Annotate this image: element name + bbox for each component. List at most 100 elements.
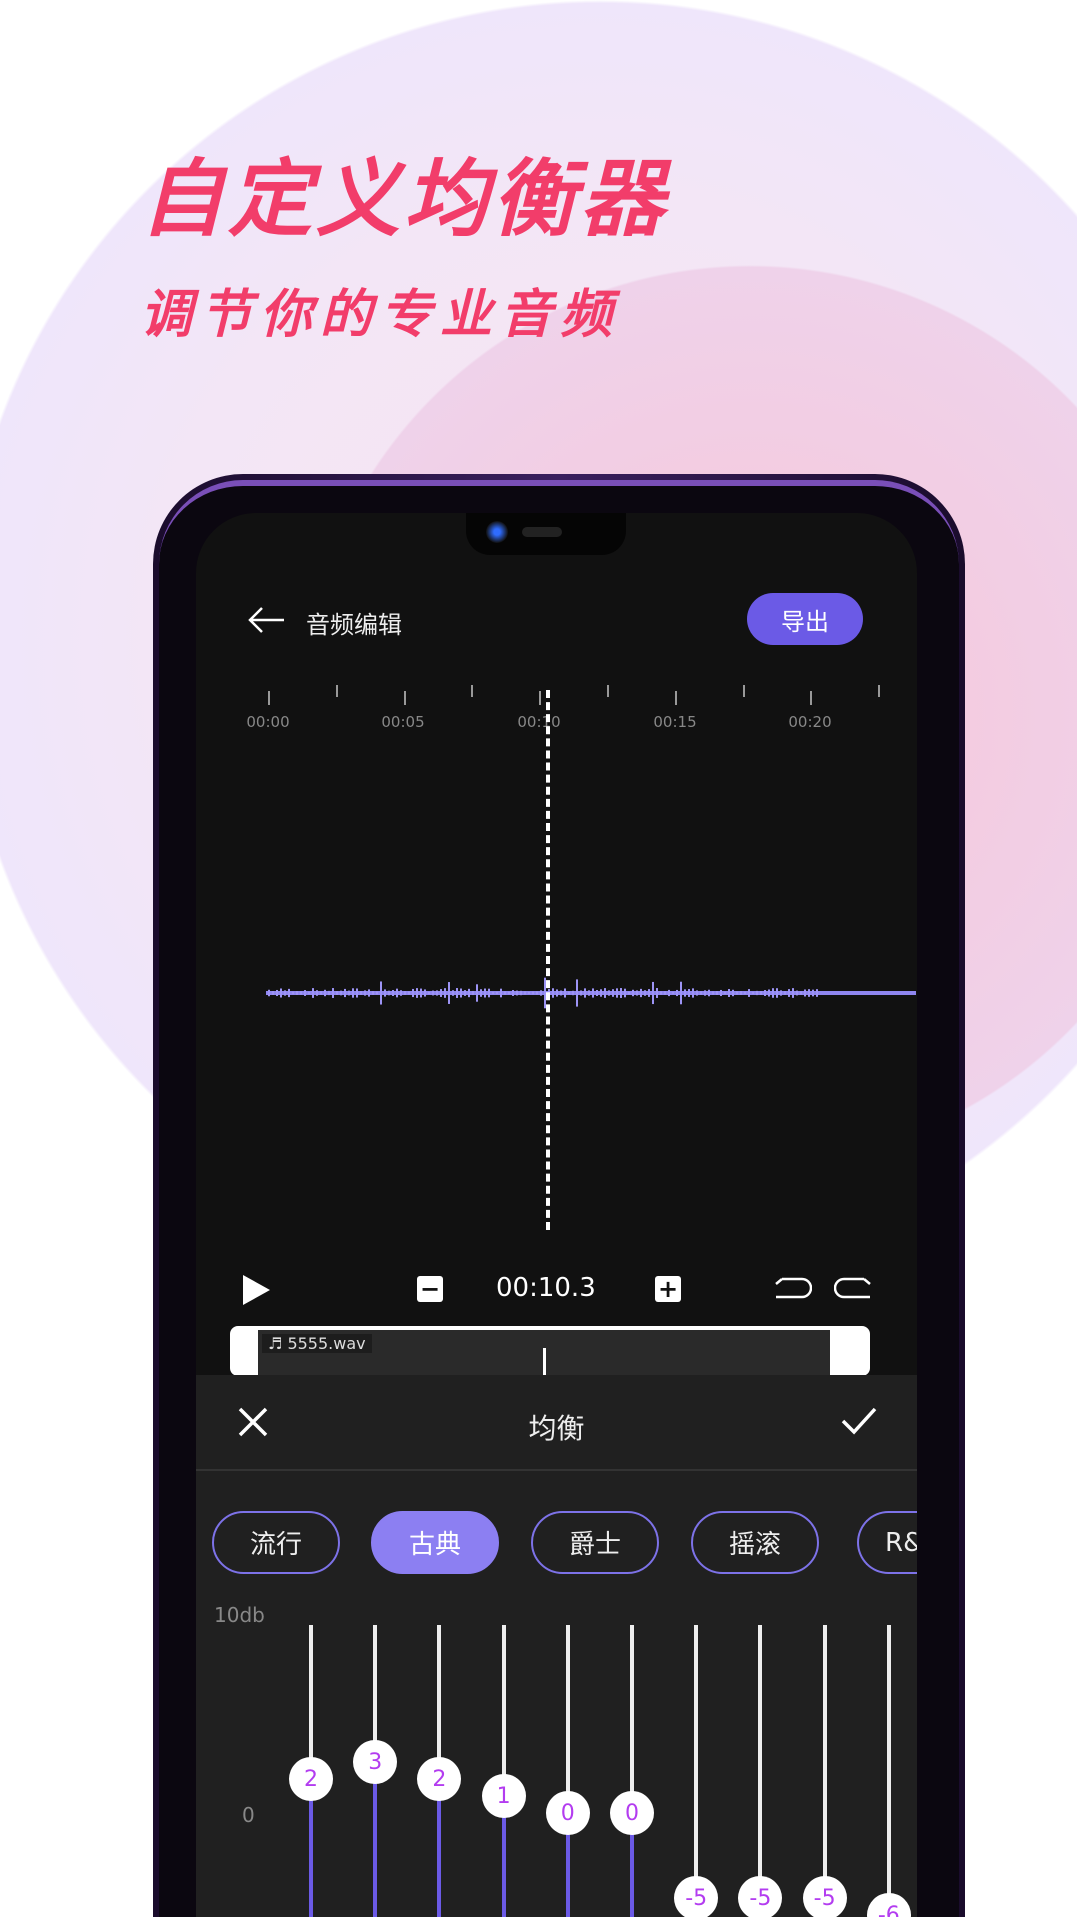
waveform-bar bbox=[520, 990, 522, 996]
undo-button[interactable] bbox=[772, 1276, 813, 1306]
slider-knob[interactable]: 3 bbox=[353, 1740, 398, 1784]
waveform-bar bbox=[760, 991, 762, 995]
waveform-bar bbox=[592, 988, 594, 998]
waveform-bar bbox=[400, 990, 402, 996]
ruler-tick bbox=[878, 685, 881, 697]
waveform-bar bbox=[344, 988, 346, 998]
ruler-tick bbox=[403, 691, 406, 705]
waveform-bar bbox=[516, 990, 518, 996]
preset-3[interactable]: 摇滚 bbox=[691, 1511, 819, 1574]
waveform-bar bbox=[788, 989, 790, 997]
waveform-bar bbox=[284, 990, 286, 996]
slider-knob[interactable]: 2 bbox=[289, 1757, 333, 1801]
waveform-bar bbox=[424, 989, 426, 997]
slider-knob[interactable]: -5 bbox=[738, 1876, 783, 1917]
waveform-bar bbox=[564, 988, 566, 998]
waveform-bar bbox=[632, 989, 634, 997]
slider-knob[interactable]: 0 bbox=[545, 1791, 590, 1835]
timeline-label: 00:00 bbox=[246, 713, 290, 731]
waveform-bar bbox=[304, 990, 306, 996]
preset-1[interactable]: 古典 bbox=[371, 1511, 499, 1574]
preset-4[interactable]: R&B bbox=[857, 1511, 917, 1574]
waveform-bar bbox=[644, 990, 646, 996]
audio-track-clip[interactable]: ♬ 5555.wav bbox=[230, 1326, 870, 1376]
eq-band-slider[interactable]: 0 bbox=[545, 1625, 590, 1917]
playhead[interactable] bbox=[546, 690, 550, 1230]
notch bbox=[466, 513, 626, 555]
play-button[interactable] bbox=[240, 1273, 272, 1311]
undo-icon bbox=[775, 1277, 813, 1299]
waveform-bar bbox=[528, 991, 530, 995]
waveform-bar bbox=[776, 988, 778, 998]
redo-button[interactable] bbox=[833, 1276, 874, 1306]
camera-icon bbox=[486, 521, 508, 543]
waveform-bar bbox=[588, 990, 590, 996]
current-time: 00:10.3 bbox=[496, 1273, 596, 1303]
slider-knob[interactable]: 2 bbox=[417, 1757, 462, 1801]
axis-label-zero: 0 bbox=[242, 1803, 255, 1827]
waveform-bar bbox=[268, 989, 270, 997]
waveform-bar bbox=[416, 988, 418, 998]
waveform-bar bbox=[292, 991, 294, 995]
eq-band-slider[interactable]: -6 bbox=[866, 1625, 911, 1917]
waveform-bar bbox=[732, 989, 734, 997]
confirm-button[interactable] bbox=[840, 1405, 878, 1441]
slider-track-upper bbox=[886, 1625, 891, 1915]
track-filename: ♬ 5555.wav bbox=[262, 1334, 372, 1353]
eq-band-slider[interactable]: 2 bbox=[289, 1625, 333, 1917]
waveform-bar bbox=[628, 991, 630, 995]
waveform-bar bbox=[580, 990, 582, 996]
waveform-bar bbox=[800, 991, 802, 995]
waveform-bar bbox=[432, 990, 434, 996]
waveform-bar bbox=[620, 988, 622, 998]
ruler-tick bbox=[674, 691, 677, 705]
waveform-bar bbox=[576, 979, 578, 1007]
waveform-bar bbox=[428, 991, 430, 995]
timeline-label: 00:20 bbox=[788, 713, 832, 731]
export-button[interactable]: 导出 bbox=[747, 593, 863, 645]
waveform-bar bbox=[340, 990, 342, 996]
zoom-in-button[interactable]: + bbox=[655, 1275, 681, 1303]
waveform-bar bbox=[652, 981, 654, 1005]
eq-band-slider[interactable]: 2 bbox=[417, 1625, 462, 1917]
waveform-bar bbox=[308, 991, 310, 995]
waveform-bar bbox=[436, 990, 438, 996]
waveform-bar bbox=[328, 990, 330, 996]
waveform-bar bbox=[756, 990, 758, 996]
waveform-bar bbox=[508, 991, 510, 995]
zoom-out-button[interactable]: − bbox=[417, 1275, 443, 1303]
waveform-bar bbox=[276, 989, 278, 997]
eq-band-slider[interactable]: 1 bbox=[481, 1625, 526, 1917]
slider-knob[interactable]: 0 bbox=[610, 1791, 654, 1835]
slider-knob[interactable]: 1 bbox=[481, 1774, 526, 1818]
waveform-bar bbox=[388, 990, 390, 996]
promo-subheadline: 调节你的专业音频 bbox=[140, 285, 621, 345]
waveform-bar bbox=[604, 988, 606, 998]
waveform-bar bbox=[708, 989, 710, 997]
waveform-bar bbox=[676, 989, 678, 997]
waveform[interactable] bbox=[196, 953, 917, 1033]
eq-band-slider[interactable]: -5 bbox=[674, 1625, 719, 1917]
eq-band-slider[interactable]: 0 bbox=[610, 1625, 654, 1917]
waveform-bar bbox=[688, 989, 690, 997]
waveform-bar bbox=[464, 990, 466, 996]
waveform-bar bbox=[504, 991, 506, 995]
eq-band-slider[interactable]: 3 bbox=[353, 1625, 398, 1917]
waveform-bar bbox=[448, 982, 450, 1004]
preset-2[interactable]: 爵士 bbox=[531, 1511, 659, 1574]
waveform-bar bbox=[584, 988, 586, 998]
waveform-bar bbox=[364, 990, 366, 996]
back-arrow-icon[interactable] bbox=[246, 605, 286, 635]
eq-band-slider[interactable]: -5 bbox=[738, 1625, 783, 1917]
slider-knob[interactable]: -6 bbox=[866, 1893, 911, 1917]
waveform-bar bbox=[624, 988, 626, 998]
slider-knob[interactable]: -5 bbox=[802, 1876, 847, 1917]
waveform-bar bbox=[512, 990, 514, 996]
preset-0[interactable]: 流行 bbox=[212, 1511, 340, 1574]
eq-band-slider[interactable]: -5 bbox=[802, 1625, 847, 1917]
timeline-label: 00:10 bbox=[517, 713, 561, 731]
waveform-bar bbox=[780, 990, 782, 996]
slider-knob[interactable]: -5 bbox=[674, 1876, 719, 1917]
waveform-bar bbox=[612, 989, 614, 997]
waveform-bar bbox=[484, 988, 486, 998]
